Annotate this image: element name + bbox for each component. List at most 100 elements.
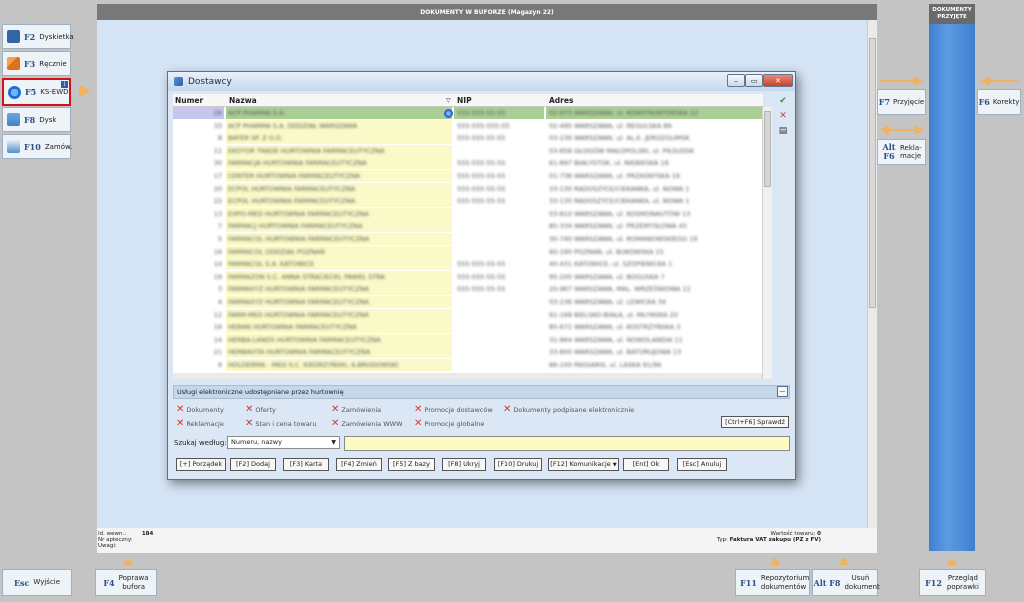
table-row[interactable]: 16 HEBAN HURTOWNIA FARMACEUTYCZNA 85-671 W…: [173, 321, 763, 334]
table-row[interactable]: 22 ECPOL HURTOWNIA FARMACEUTYCZNA 555-555-…: [173, 195, 763, 208]
cell-nip: 555-555-55-55: [457, 272, 506, 281]
accept-icon[interactable]: ✔: [777, 96, 789, 107]
table-row[interactable]: 20 ECPOL HURTOWNIA FARMACEUTYCZNA 555-555-…: [173, 182, 763, 195]
cell-num: 30: [213, 159, 222, 168]
add-button[interactable]: [F2] Dodaj: [230, 458, 276, 471]
grid-icon[interactable]: ▤: [777, 126, 789, 137]
unavailable-icon: ✕: [245, 418, 254, 429]
delete-icon[interactable]: ✕: [777, 111, 789, 122]
table-row[interactable]: 11 EKOTOR TRADE HURTOWNIA FARMACEUTYCZNA 0…: [173, 144, 763, 157]
service-complaints: ✕ Reklamacje: [176, 418, 224, 429]
cancel-button[interactable]: [Esc] Anuluj: [677, 458, 727, 471]
table-row[interactable]: 26 ACP PHARMA S.A. 555-555-55-55 02-673 WAR…: [173, 107, 763, 119]
f8-disk-button[interactable]: F8 Dysk: [2, 107, 71, 132]
f11-repository-button[interactable]: F11 Repozytorium dokumentów: [735, 569, 810, 596]
maximize-button[interactable]: ▭: [745, 74, 763, 87]
main-scrollbar[interactable]: [867, 20, 877, 528]
horizontal-scrollbar[interactable]: [173, 373, 762, 379]
card-button[interactable]: [F3] Karta: [283, 458, 329, 471]
cell-nip: 555-555-55-55: [457, 109, 506, 117]
communications-button[interactable]: [F12] Komunikacje ▼: [548, 458, 619, 471]
table-row[interactable]: 5 FARMACOL HURTOWNIA FARMACEUTYCZNA 30-740…: [173, 233, 763, 245]
f7-receive-button[interactable]: F7 Przyjęcie: [877, 89, 926, 115]
col-name[interactable]: Nazwa: [229, 96, 257, 105]
print-button[interactable]: [F10] Drukuj: [494, 458, 542, 471]
table-row[interactable]: 16 FARMACOL ODDZIAŁ POZNAŃ 60-190 POZNAŃ, …: [173, 245, 763, 258]
col-address[interactable]: Adres: [549, 96, 573, 105]
unavailable-icon: ✕: [245, 404, 254, 415]
table-row[interactable]: 9 HOLDERMA - MED S.C. KIEDRZYŃSKI, A.BROD…: [173, 359, 763, 371]
cell-num: 13: [213, 209, 222, 218]
check-button[interactable]: [Ctrl+F6] Sprawdź: [721, 416, 789, 428]
f10-orders-button[interactable]: F10 Zamów.: [2, 134, 72, 159]
service-documents: ✕ Dokumenty: [176, 404, 224, 415]
type-value: Faktura VAT zakupu (PZ z FV): [729, 537, 821, 543]
table-row[interactable]: 14 HERBA-LANDS HURTOWNIA FARMACEUTYCZNA 31…: [173, 333, 763, 346]
f2-diskette-button[interactable]: F2 Dyskietka: [2, 24, 74, 49]
folder-icon: [7, 113, 20, 126]
pencil-icon: [7, 57, 20, 70]
cell-addr: 61-897 BIAŁYSTOK, ul. NIEBIESKA 19: [549, 159, 669, 168]
service-stock-price: ✕ Stan i cena towaru: [245, 418, 317, 429]
table-row[interactable]: 4 FARMAXYZ HURTOWNIA FARMACEUTYCZNA 03-236…: [173, 296, 763, 308]
table-scroll-thumb[interactable]: [764, 111, 771, 187]
order-button[interactable]: [+] Porządek: [176, 458, 226, 471]
cell-name: HOLDERMA - MED S.C. KIEDRZYŃSKI, A.BRODO…: [228, 361, 399, 369]
f4-fix-buffer-button[interactable]: F4 Poprawa bufora: [95, 569, 157, 596]
search-mode-select[interactable]: Numeru, nazwy ▼: [227, 436, 340, 449]
f5-ksewd-button[interactable]: F5 KS-EWD i: [2, 78, 71, 106]
main-scroll-thumb[interactable]: [869, 38, 876, 308]
cell-addr: 03-858 GŁOGÓW MAŁOPOLSKI, ul. PIŁSUDSK: [549, 146, 695, 155]
cell-name: FARMAXYZ HURTOWNIA FARMACEUTYCZNA: [228, 285, 369, 294]
ok-button[interactable]: [Ent] Ok: [623, 458, 669, 471]
close-button[interactable]: ✕: [763, 74, 793, 87]
col-nip[interactable]: NIP: [457, 96, 472, 105]
dialog-title: Dostawcy: [188, 76, 232, 87]
table-row[interactable]: 14 FARMACOL S.A. KATOWICE 555-555-55-55 40-…: [173, 258, 763, 271]
cell-num: 14: [213, 260, 222, 269]
search-input[interactable]: [344, 436, 790, 451]
dialog-titlebar: Dostawcy: [168, 72, 795, 91]
cell-addr: 95-200 WARSZAWA, ul. BOGUSKA 7: [549, 272, 665, 281]
edit-button[interactable]: [F4] Zmień: [336, 458, 382, 471]
arrow-f6-icon: [990, 80, 1018, 82]
cell-num: 22: [213, 197, 222, 206]
table-row[interactable]: 21 HERBAVITA HURTOWNIA FARMACEUTYCZNA 33-8…: [173, 346, 763, 359]
cell-addr: 30-740 WARSZAWA, ul. ROMANOWSKIEGO 19: [549, 235, 698, 243]
table-row[interactable]: 7 FARMACJ HURTOWNIA FARMACEUTYCZNA 85-334 …: [173, 220, 763, 233]
cell-nip: 555-555-55-55: [457, 260, 506, 269]
table-row[interactable]: 8 BAYER SP. Z O.O. 555-555-55-55 03-236 WAR…: [173, 132, 763, 145]
cell-nip: 555-555-55-55: [457, 184, 506, 193]
cell-addr: 33-130 RADOSZYCE/CIEKANKA, ul. NOWA 1: [549, 197, 690, 206]
service-supplier-promotions: ✕ Promocje dostawców: [414, 404, 493, 415]
cell-nip: 555-555-55-55: [457, 172, 506, 180]
esc-exit-button[interactable]: Esc Wyjście: [2, 569, 72, 596]
cell-num: 7: [217, 222, 222, 231]
col-number[interactable]: Numer: [175, 96, 203, 105]
received-documents-panel[interactable]: DOKUMENTY PRZYJĘTE: [929, 4, 975, 551]
info-badge: i: [61, 81, 68, 88]
suppliers-table: 26 ACP PHARMA S.A. 555-555-55-55 02-673 WAR…: [173, 107, 763, 379]
collapse-services-button[interactable]: —: [777, 386, 788, 397]
f12-review-button[interactable]: F12 Przegląd poprawki: [919, 569, 986, 596]
hide-button[interactable]: [F8] Ukryj: [442, 458, 486, 471]
table-row[interactable]: 3 FARMAXYZ HURTOWNIA FARMACEUTYCZNA 555-55…: [173, 283, 763, 296]
table-scrollbar[interactable]: [762, 107, 772, 379]
cell-addr: 02-495 WARSZAWA, ul. REGULSKA 89: [549, 121, 672, 130]
alt-f6-complaints-button[interactable]: Alt F6 Rekla- macje: [877, 139, 926, 165]
alt-f8-delete-button[interactable]: Alt F8 Usuń dokument: [812, 569, 880, 596]
cell-addr: 85-334 WARSZAWA, ul. PRZEMYSŁOWA 45: [549, 222, 687, 231]
table-row[interactable]: 13 EXPO-MED HURTOWNIA FARMACEUTYCZNA 03-81…: [173, 207, 763, 220]
from-database-button[interactable]: [F5] Z bazy: [388, 458, 435, 471]
table-row[interactable]: 12 FARM-MED HURTOWNIA FARMACEUTYCZNA 91-16…: [173, 308, 763, 321]
table-row[interactable]: 30 FARMACJA HURTOWNIA FARMACEUTYCZNA 555-5…: [173, 157, 763, 170]
f6-corrections-button[interactable]: F6 Korekty: [977, 89, 1021, 115]
table-row[interactable]: 33 ACP PHARMA S.A. ODDZIAŁ WARSZAWA 555-55…: [173, 119, 763, 132]
minimize-button[interactable]: –: [727, 74, 745, 87]
cell-addr: 40-431 KATOWICE, ul. SZOPIENICKA 1: [549, 260, 673, 269]
cell-name: FARMAXYZ HURTOWNIA FARMACEUTYCZNA: [228, 298, 369, 306]
table-row[interactable]: 17 CENTER HURTOWNIA FARMACEUTYCZNA 555-555…: [173, 170, 763, 182]
table-row[interactable]: 19 FARMAZON S.C. ANNA STRACIECKI, PAWEŁ S…: [173, 270, 763, 283]
unavailable-icon: ✕: [414, 404, 423, 415]
f3-manual-button[interactable]: F3 Ręcznie: [2, 51, 71, 76]
